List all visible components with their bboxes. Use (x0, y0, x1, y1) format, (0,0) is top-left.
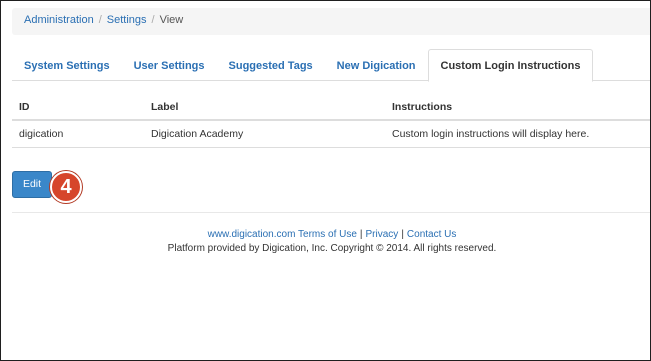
table-header-row: ID Label Instructions (12, 94, 650, 121)
breadcrumb: Administration / Settings / View (12, 8, 650, 35)
breadcrumb-separator: / (98, 14, 102, 26)
footer-links: www.digication.com Terms of Use | Privacy |… (12, 228, 650, 242)
breadcrumb-item-administration[interactable]: Administration (24, 14, 94, 26)
cell-label: Digication Academy (151, 128, 244, 140)
footer-divider: | (359, 229, 363, 240)
contact-us-link[interactable]: Contact Us (407, 229, 456, 240)
tab-user-settings[interactable]: User Settings (122, 49, 217, 81)
column-header-instructions: Instructions (392, 101, 453, 113)
table-row: digication Digication Academy Custom log… (12, 121, 650, 148)
cell-id: digication (19, 128, 64, 140)
login-instructions-table: ID Label Instructions digication Digicat… (12, 94, 650, 148)
tab-custom-login-instructions[interactable]: Custom Login Instructions (427, 49, 594, 82)
breadcrumb-item-view: View (159, 14, 184, 26)
divider (12, 212, 650, 213)
footer: www.digication.com Terms of Use | Privacy |… (12, 228, 650, 256)
settings-tabs: System Settings User Settings Suggested … (12, 49, 650, 82)
edit-button[interactable]: Edit (12, 171, 52, 198)
tab-system-settings[interactable]: System Settings (12, 49, 122, 81)
breadcrumb-item-settings[interactable]: Settings (107, 14, 147, 26)
copyright-text: Platform provided by Digication, Inc. Co… (167, 243, 497, 254)
step-number-badge: 4 (50, 171, 82, 203)
privacy-link[interactable]: Privacy (366, 229, 399, 240)
column-header-id: ID (19, 101, 30, 113)
tab-suggested-tags[interactable]: Suggested Tags (217, 49, 325, 81)
breadcrumb-separator: / (151, 14, 155, 26)
column-header-label: Label (151, 101, 179, 113)
terms-of-use-link[interactable]: www.digication.com Terms of Use (208, 229, 357, 240)
app-window: Administration / Settings / View System Sett… (0, 0, 651, 361)
tab-new-digication[interactable]: New Digication (325, 49, 428, 81)
cell-instructions: Custom login instructions will display h… (392, 128, 590, 140)
footer-divider: | (401, 229, 404, 240)
